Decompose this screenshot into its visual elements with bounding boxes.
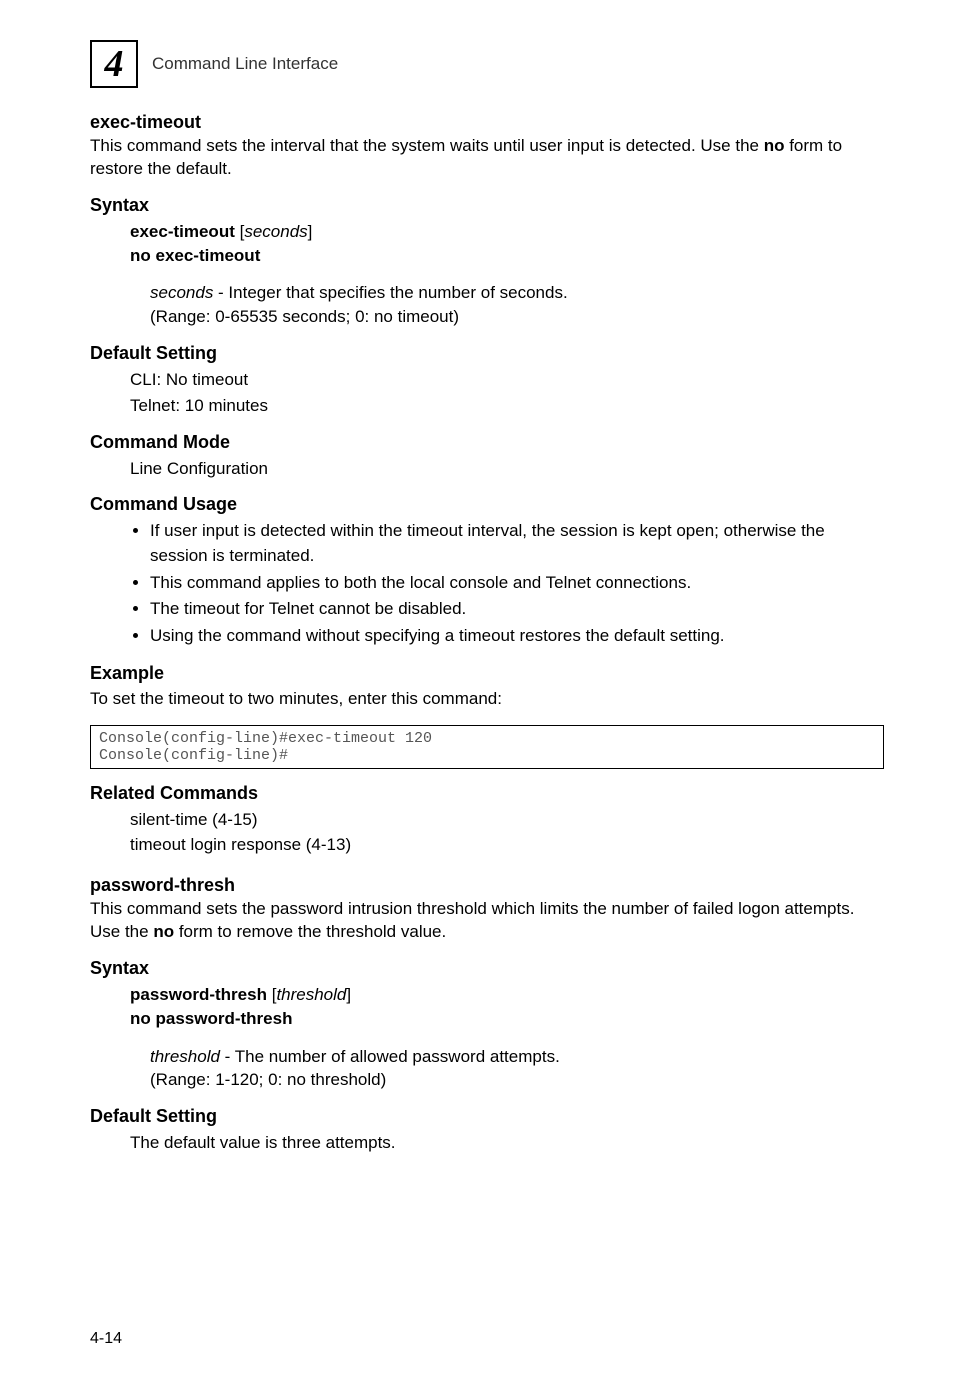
text: This command sets the interval that the … — [90, 136, 764, 155]
cmd: no password-thresh — [130, 1009, 292, 1028]
page-header: 4 Command Line Interface — [90, 40, 884, 88]
related-line: timeout login response (4-13) — [130, 833, 884, 857]
no-keyword: no — [764, 136, 785, 155]
related-commands-heading: Related Commands — [90, 783, 884, 804]
chapter-box: 4 — [90, 40, 138, 88]
command-usage-heading: Command Usage — [90, 494, 884, 515]
related-line: silent-time (4-15) — [130, 808, 884, 832]
example-heading: Example — [90, 663, 884, 684]
syntax-description: threshold - The number of allowed passwo… — [150, 1045, 884, 1093]
cmd: no exec-timeout — [130, 246, 260, 265]
section-heading-password-thresh: password-thresh — [90, 875, 884, 896]
range-text: (Range: 1-120; 0: no threshold) — [150, 1070, 386, 1089]
list-item: Using the command without specifying a t… — [150, 624, 884, 649]
example-text: To set the timeout to two minutes, enter… — [90, 688, 884, 711]
section-heading-exec-timeout: exec-timeout — [90, 112, 884, 133]
text: - Integer that specifies the number of s… — [213, 283, 567, 302]
mode-line: Line Configuration — [130, 457, 884, 481]
exec-timeout-intro: This command sets the interval that the … — [90, 135, 884, 181]
text: - The number of allowed password attempt… — [220, 1047, 560, 1066]
list-item: This command applies to both the local c… — [150, 571, 884, 596]
list-item: If user input is detected within the tim… — [150, 519, 884, 568]
arg: threshold — [150, 1047, 220, 1066]
text: form to remove the threshold value. — [174, 922, 446, 941]
default-setting-heading: Default Setting — [90, 343, 884, 364]
password-thresh-intro: This command sets the password intrusion… — [90, 898, 884, 944]
default-setting-heading: Default Setting — [90, 1106, 884, 1127]
default-line: The default value is three attempts. — [130, 1131, 884, 1155]
command-mode-heading: Command Mode — [90, 432, 884, 453]
default-line: Telnet: 10 minutes — [130, 394, 884, 418]
header-title: Command Line Interface — [152, 54, 338, 74]
syntax-block: password-thresh [threshold] no password-… — [130, 983, 884, 1031]
list-item: The timeout for Telnet cannot be disable… — [150, 597, 884, 622]
no-keyword: no — [153, 922, 174, 941]
arg: threshold — [276, 985, 346, 1004]
arg: seconds — [150, 283, 213, 302]
default-line: CLI: No timeout — [130, 368, 884, 392]
page-number: 4-14 — [90, 1330, 122, 1348]
code-example: Console(config-line)#exec-timeout 120 Co… — [90, 725, 884, 769]
cmd: password-thresh — [130, 985, 267, 1004]
usage-bullet-list: If user input is detected within the tim… — [130, 519, 884, 648]
syntax-block: exec-timeout [seconds] no exec-timeout — [130, 220, 884, 268]
cmd: exec-timeout — [130, 222, 235, 241]
syntax-description: seconds - Integer that specifies the num… — [150, 281, 884, 329]
syntax-heading: Syntax — [90, 958, 884, 979]
syntax-heading: Syntax — [90, 195, 884, 216]
range-text: (Range: 0-65535 seconds; 0: no timeout) — [150, 307, 459, 326]
arg: seconds — [244, 222, 307, 241]
